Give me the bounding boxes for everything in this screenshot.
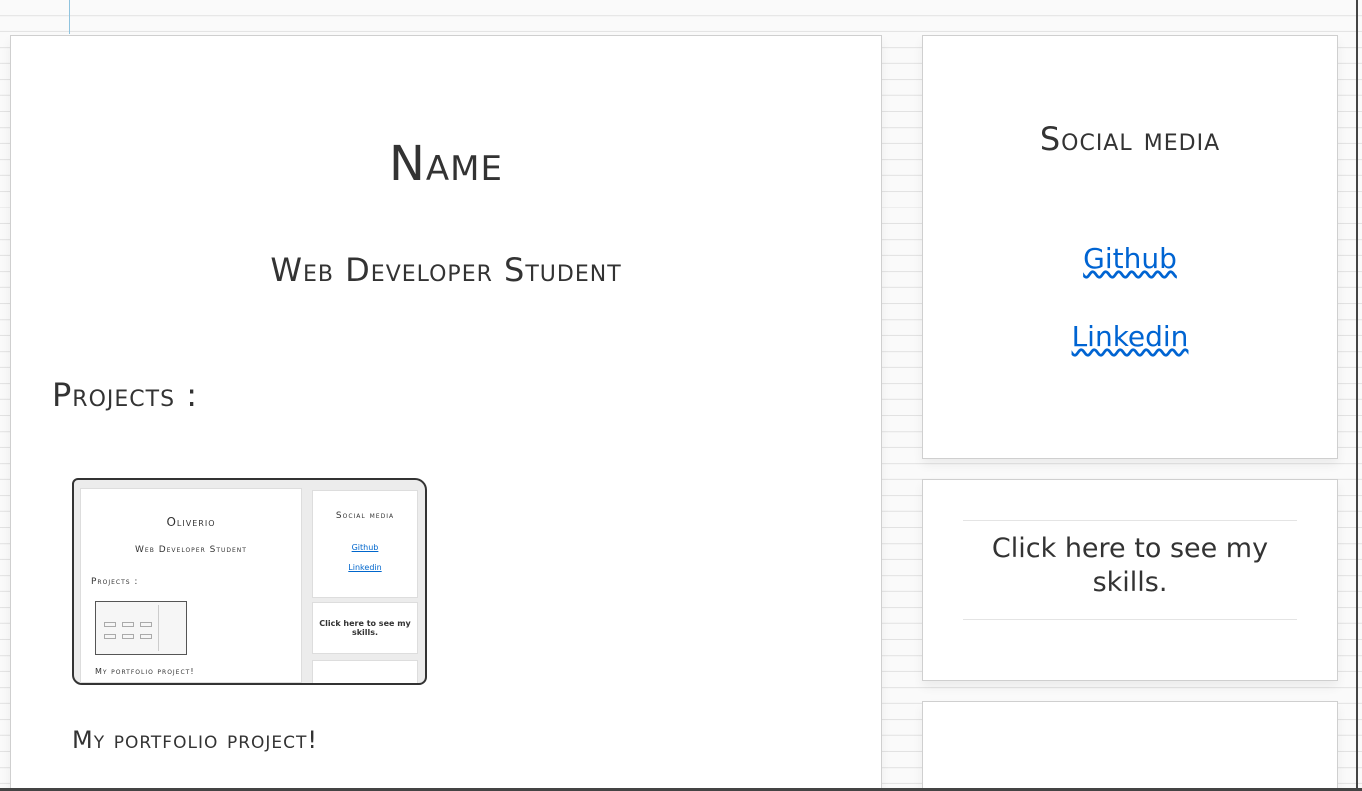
page-title: Name	[389, 136, 503, 192]
portfolio-project-thumbnail[interactable]: Oliverio Web Developer Student Projects …	[72, 478, 427, 685]
thumbnail-social-card: Social media Github Linkedin	[312, 490, 418, 598]
social-media-heading: Social media	[1039, 120, 1221, 158]
project-caption: My portfolio project!	[72, 726, 319, 754]
window-right-border	[1356, 0, 1358, 791]
thumbnail-main-card: Oliverio Web Developer Student Projects …	[80, 488, 302, 683]
thumbnail-skills-text: Click here to see my skills.	[319, 619, 411, 637]
social-media-card: Social media Github Linkedin	[922, 35, 1338, 459]
linkedin-link[interactable]: Linkedin	[923, 320, 1337, 353]
thumbnail-nested-sidebar	[158, 605, 185, 651]
thumbnail-social-heading: Social media	[335, 511, 395, 521]
empty-card	[922, 701, 1338, 791]
skills-card: Click here to see my skills.	[922, 479, 1338, 681]
thumbnail-linkedin-link: Linkedin	[348, 563, 382, 572]
thumbnail-nested-block	[122, 622, 134, 627]
github-link[interactable]: Github	[923, 242, 1337, 275]
thumbnail-skills-card: Click here to see my skills.	[312, 602, 418, 654]
thumbnail-nested-block	[104, 634, 116, 639]
thumbnail-nested-preview	[95, 601, 187, 655]
thumbnail-projects-heading: Projects :	[91, 577, 139, 587]
notebook-margin-line	[69, 0, 70, 34]
skills-divider-top	[963, 520, 1297, 521]
thumbnail-nested-block	[140, 634, 152, 639]
thumbnail-github-link: Github	[351, 543, 379, 552]
skills-divider-bottom	[963, 619, 1297, 620]
main-card: Name Web Developer Student Projects : Ol…	[10, 35, 882, 791]
thumbnail-nested-block	[140, 622, 152, 627]
thumbnail-nested-block	[122, 634, 134, 639]
thumbnail-caption: My portfolio project!	[95, 667, 195, 676]
projects-heading: Projects :	[52, 376, 199, 414]
thumbnail-role: Web Developer Student	[135, 545, 247, 555]
role-subtitle: Web Developer Student	[270, 251, 622, 289]
thumbnail-name: Oliverio	[166, 515, 216, 529]
skills-toggle[interactable]: Click here to see my skills.	[963, 532, 1297, 600]
thumbnail-extra-card	[312, 660, 418, 683]
thumbnail-nested-block	[104, 622, 116, 627]
